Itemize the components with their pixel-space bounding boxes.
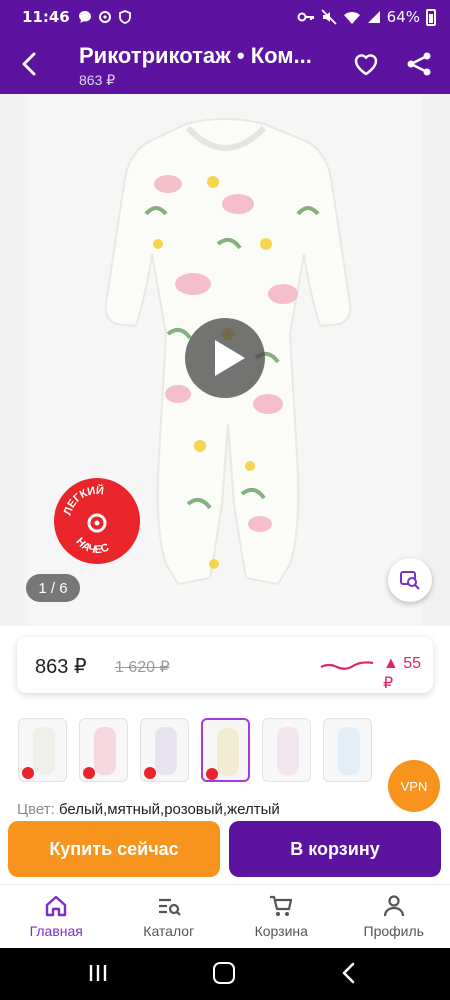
variant-thumbnail[interactable]: [79, 718, 128, 782]
settings-gear-icon: [98, 11, 111, 23]
color-info: Цвет: белый,мятный,розовый,желтый: [17, 801, 280, 818]
old-price: 1 620 ₽: [115, 659, 170, 676]
play-video-button[interactable]: [185, 318, 265, 398]
vpn-floating-button[interactable]: VPN: [388, 760, 440, 812]
battery-percent: 64%: [386, 8, 420, 26]
svg-text:ЛЕГКИЙ: ЛЕГКИЙ: [62, 484, 105, 517]
image-search-icon: [400, 571, 420, 590]
nav-home[interactable]: Главная: [0, 885, 113, 948]
nav-catalog-label: Каталог: [143, 923, 195, 939]
app-bar: Рикотрикотаж • Ком... 863 ₽: [0, 34, 450, 94]
variant-thumbnail[interactable]: [18, 718, 67, 782]
battery-icon: [426, 8, 436, 26]
nav-profile[interactable]: Профиль: [338, 885, 450, 948]
variant-thumbnail[interactable]: [323, 718, 372, 782]
nav-profile-label: Профиль: [363, 923, 424, 939]
bottom-nav: Главная Каталог Корзина Профиль: [0, 884, 450, 948]
fleece-badge-logo: ЛЕГКИЙ НАЧЕС: [54, 478, 140, 564]
home-icon: [46, 895, 67, 917]
color-value: белый,мятный,розовый,желтый: [58, 801, 280, 818]
mute-icon: [321, 9, 337, 25]
chat-bubble-icon: [78, 11, 91, 23]
status-right: 64%: [297, 8, 436, 26]
price-delta: ▲ 55 ₽: [383, 655, 422, 692]
back-arrow-icon[interactable]: [14, 48, 46, 80]
share-icon[interactable]: [404, 49, 434, 79]
notification-icons: [78, 10, 132, 24]
status-bar: 11:46 64%: [0, 0, 450, 34]
visual-search-button[interactable]: [388, 558, 432, 602]
nav-catalog[interactable]: Каталог: [113, 885, 226, 948]
system-back-icon[interactable]: [340, 962, 356, 984]
variant-thumbnail[interactable]: [262, 718, 311, 782]
wifi-icon: [343, 11, 360, 24]
product-subtitle-price: 863 ₽: [79, 72, 116, 88]
cart-icon: [270, 895, 293, 916]
recent-apps-icon[interactable]: [88, 964, 108, 982]
variant-thumbnail[interactable]: [140, 718, 189, 782]
nav-cart[interactable]: Корзина: [225, 885, 338, 948]
svg-text:НАЧЕС: НАЧЕС: [73, 536, 110, 557]
signal-icon: [367, 11, 380, 23]
add-to-cart-button[interactable]: В корзину: [229, 821, 441, 877]
variant-thumbnail-selected[interactable]: [201, 718, 250, 782]
color-label: Цвет:: [17, 801, 55, 818]
nav-home-label: Главная: [29, 923, 83, 939]
nav-cart-label: Корзина: [254, 923, 308, 939]
price-card[interactable]: 863 ₽ 1 620 ₽ ▲ 55 ₽: [17, 637, 433, 693]
gallery-counter: 1 / 6: [26, 574, 80, 602]
key-icon: [297, 12, 314, 22]
status-time: 11:46: [22, 8, 70, 26]
home-button-icon[interactable]: [213, 962, 235, 984]
product-title: Рикотрикотаж • Ком...: [79, 43, 312, 68]
product-gallery[interactable]: ЛЕГКИЙ НАЧЕС 1 / 6: [0, 94, 450, 626]
current-price: 863 ₽: [35, 656, 87, 678]
price-trend-sparkline: [320, 661, 374, 670]
system-nav-bar: [0, 948, 450, 1000]
buy-now-button[interactable]: Купить сейчас: [8, 821, 220, 877]
profile-icon: [383, 895, 404, 917]
catalog-search-icon: [158, 898, 181, 916]
shield-icon: [118, 10, 131, 24]
heart-icon[interactable]: [351, 49, 381, 79]
screen: 11:46 64% Рикотрикотаж • Ком... 863 ₽ ЛЕ…: [0, 0, 450, 1000]
variant-thumbnails: [18, 718, 372, 784]
